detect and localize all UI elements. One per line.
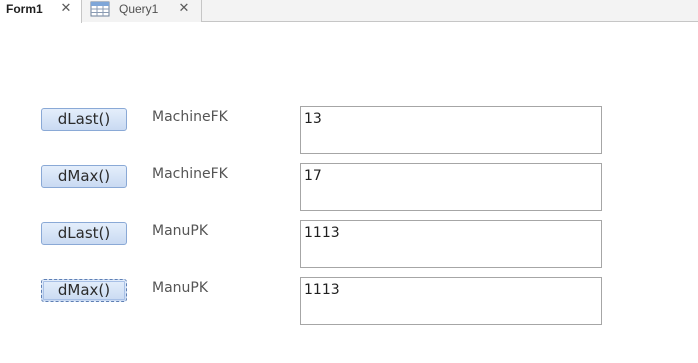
query-datasheet-icon	[90, 1, 110, 17]
close-icon[interactable]: ✕	[59, 1, 73, 15]
form-row: dLast() ManuPK 1113	[0, 220, 698, 268]
dlast-manupk-button[interactable]: dLast()	[41, 222, 127, 245]
close-icon[interactable]: ✕	[177, 1, 191, 15]
dlast-machinefk-button[interactable]: dLast()	[41, 108, 127, 131]
form-row: dMax() MachineFK 17	[0, 163, 698, 211]
field-label-machinefk: MachineFK	[152, 166, 228, 182]
tab-query1-label: Query1	[119, 2, 159, 16]
tab-query1[interactable]: Query1 ✕	[82, 0, 202, 22]
field-label-manupk: ManuPK	[152, 280, 209, 296]
field-label-manupk: ManuPK	[152, 223, 209, 239]
value-textbox[interactable]: 17	[300, 163, 602, 211]
dmax-manupk-button[interactable]: dMax()	[41, 279, 127, 302]
form-row: dMax() ManuPK 1113	[0, 277, 698, 325]
dmax-machinefk-button[interactable]: dMax()	[41, 165, 127, 188]
tab-form1-label: Form1	[6, 2, 43, 16]
textbox-value: 13	[304, 111, 322, 127]
form-row: dLast() MachineFK 13	[0, 106, 698, 154]
textbox-value: 1113	[304, 225, 340, 241]
textbox-value: 17	[304, 168, 322, 184]
form-window: Form1 ✕ Query1 ✕ dLast() MachineFK 13 dM…	[0, 0, 698, 363]
field-label-machinefk: MachineFK	[152, 109, 228, 125]
value-textbox[interactable]: 13	[300, 106, 602, 154]
value-textbox[interactable]: 1113	[300, 277, 602, 325]
tab-form1[interactable]: Form1 ✕	[0, 0, 82, 23]
textbox-value: 1113	[304, 282, 340, 298]
value-textbox[interactable]: 1113	[300, 220, 602, 268]
document-tab-strip: Form1 ✕ Query1 ✕	[0, 0, 698, 23]
